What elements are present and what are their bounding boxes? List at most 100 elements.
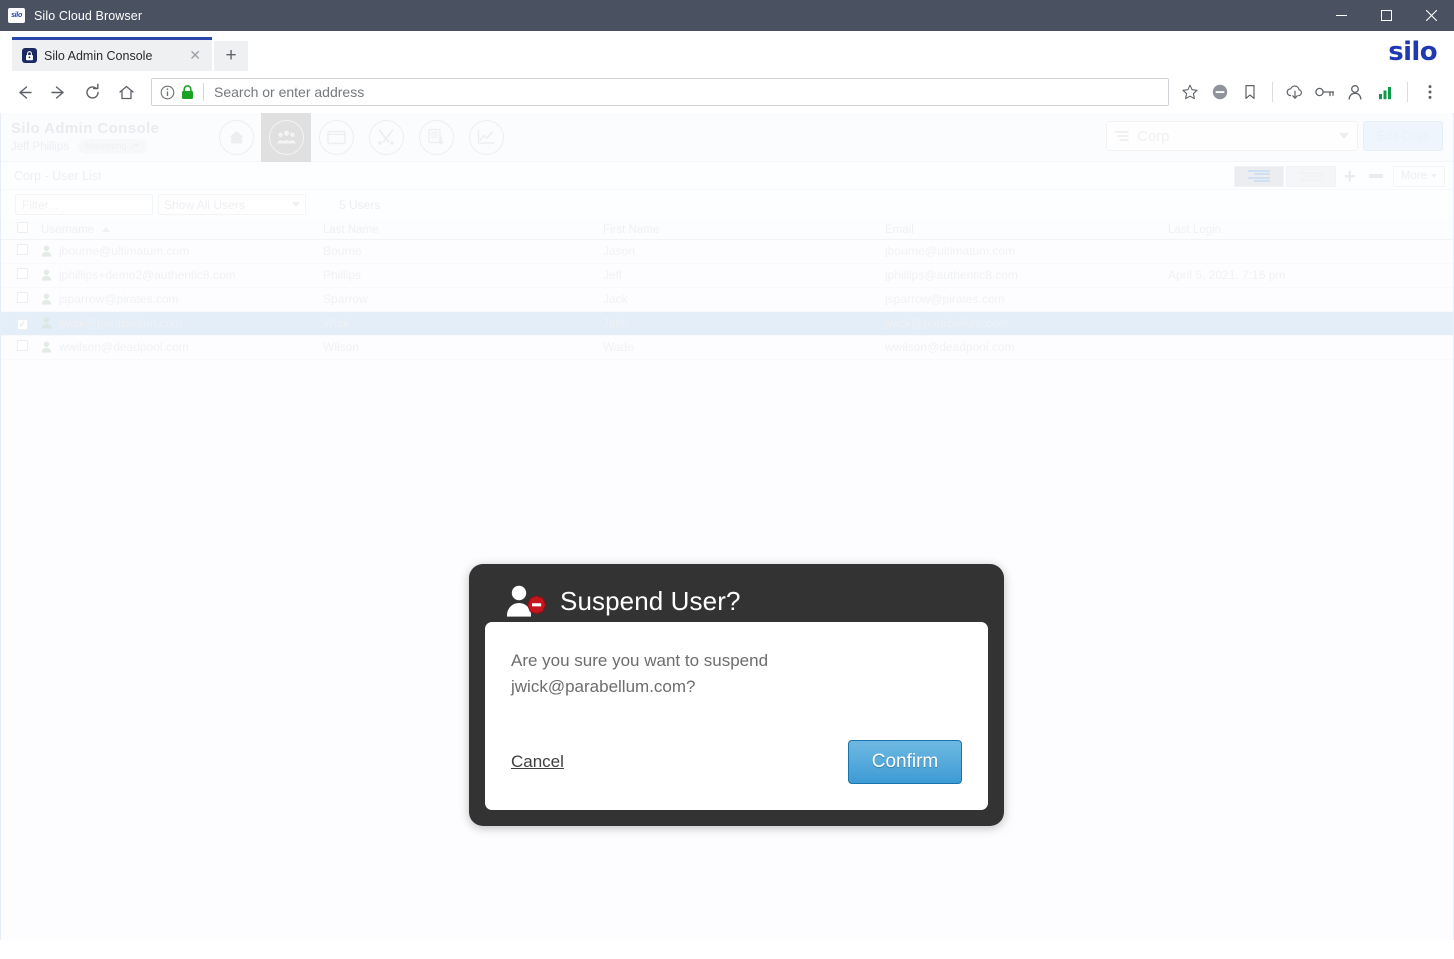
row-checkbox[interactable] bbox=[17, 292, 28, 303]
row-checkbox[interactable] bbox=[17, 340, 28, 351]
address-bar[interactable]: Search or enter address bbox=[151, 78, 1169, 106]
nav-item-reports[interactable] bbox=[411, 113, 461, 162]
cell-last-name: Sparrow bbox=[323, 287, 603, 312]
filter-input[interactable]: Filter... bbox=[15, 194, 153, 215]
analytics-button[interactable] bbox=[1370, 77, 1400, 107]
edit-orgs-button[interactable]: Edit Orgs bbox=[1363, 121, 1443, 151]
header-user-row: Jeff Phillips Marketing bbox=[11, 139, 211, 154]
maximize-button[interactable] bbox=[1364, 0, 1409, 31]
bookmark-star-button[interactable] bbox=[1175, 77, 1205, 107]
minimize-button[interactable] bbox=[1319, 0, 1364, 31]
row-select-cell[interactable] bbox=[1, 287, 41, 312]
column-header-last-name[interactable]: Last Name bbox=[323, 219, 603, 240]
reload-button[interactable] bbox=[77, 77, 107, 107]
select-all-checkbox[interactable] bbox=[17, 221, 28, 233]
table-row-selected[interactable]: ✓ jwick@parabellum.com Wick John jwick@p… bbox=[1, 311, 1453, 336]
bookmarks-button[interactable] bbox=[1235, 77, 1265, 107]
table-row[interactable]: jphillips+demo2@authentic8.com Phillips … bbox=[1, 263, 1453, 288]
home-button[interactable] bbox=[111, 77, 141, 107]
user-icon bbox=[41, 293, 52, 305]
table-row[interactable]: wwilson@deadpool.com Wilson Wade wwilson… bbox=[1, 335, 1453, 360]
no-entry-badge bbox=[527, 595, 547, 615]
star-icon bbox=[1182, 84, 1198, 100]
column-header-username[interactable]: Username bbox=[41, 219, 323, 240]
padlock-favicon bbox=[22, 48, 37, 63]
row-select-cell[interactable] bbox=[1, 239, 41, 264]
silo-brand-logo: silo bbox=[1388, 37, 1437, 67]
close-icon bbox=[1426, 10, 1437, 21]
info-icon bbox=[160, 85, 175, 99]
back-button[interactable] bbox=[9, 77, 39, 107]
row-select-cell[interactable]: ✓ bbox=[1, 311, 41, 336]
tab-close-icon[interactable]: ✕ bbox=[186, 47, 204, 64]
org-badge[interactable]: Marketing bbox=[77, 139, 147, 154]
subheader-toolbar: + More bbox=[1233, 165, 1445, 187]
cell-last-login bbox=[1168, 335, 1453, 360]
home-nav-circle bbox=[218, 119, 254, 155]
key-icon bbox=[1315, 87, 1335, 97]
password-key-button[interactable] bbox=[1310, 77, 1340, 107]
row-checkbox-checked[interactable]: ✓ bbox=[17, 319, 28, 330]
cell-email: jphillips@authentic8.com bbox=[885, 263, 1168, 288]
cell-first-name: Jack bbox=[603, 287, 885, 312]
table-row[interactable]: jbourne@ultimatum.com Bourne Jason jbour… bbox=[1, 239, 1453, 264]
new-tab-button[interactable]: + bbox=[214, 41, 248, 71]
nav-item-browser[interactable] bbox=[311, 113, 361, 162]
address-input-placeholder[interactable]: Search or enter address bbox=[203, 83, 364, 101]
chevron-down-icon bbox=[1431, 174, 1437, 178]
silo-brand-text: silo bbox=[1388, 37, 1437, 67]
nav-item-tools[interactable] bbox=[361, 113, 411, 162]
cell-last-name: Wilson bbox=[323, 335, 603, 360]
add-user-button[interactable]: + bbox=[1338, 165, 1362, 187]
nav-item-analytics[interactable] bbox=[461, 113, 511, 162]
row-select-cell[interactable] bbox=[1, 335, 41, 360]
username-text: jsparrow@pirates.com bbox=[59, 292, 179, 306]
username-wrapper: jbourne@ultimatum.com bbox=[41, 244, 323, 258]
secure-lock-icon bbox=[182, 84, 193, 99]
cell-first-name: Jeff bbox=[603, 263, 885, 288]
show-users-select[interactable]: Show All Users bbox=[158, 194, 306, 215]
user-count-label: 5 Users bbox=[339, 197, 381, 212]
user-icon bbox=[41, 317, 52, 329]
nav-item-home[interactable] bbox=[211, 113, 261, 162]
view-toggle-compact[interactable] bbox=[1285, 165, 1336, 187]
bar bbox=[1304, 175, 1323, 177]
user-icon bbox=[41, 269, 52, 281]
address-bar-row: Search or enter address bbox=[0, 71, 1454, 113]
cell-last-name: Wick bbox=[323, 311, 603, 336]
browser-menu-button[interactable] bbox=[1415, 77, 1445, 107]
org-selector[interactable]: Corp bbox=[1106, 121, 1358, 151]
row-checkbox[interactable] bbox=[17, 268, 28, 279]
view-toggle-detail[interactable] bbox=[1233, 165, 1284, 187]
block-button[interactable] bbox=[1205, 77, 1235, 107]
remove-user-button[interactable] bbox=[1364, 165, 1388, 187]
cloud-download-button[interactable] bbox=[1280, 77, 1310, 107]
cell-last-login bbox=[1168, 239, 1453, 264]
column-header-last-login[interactable]: Last Login bbox=[1168, 219, 1453, 240]
column-header-email[interactable]: Email bbox=[885, 219, 1168, 240]
profile-button[interactable] bbox=[1340, 77, 1370, 107]
cancel-button[interactable]: Cancel bbox=[511, 752, 564, 772]
org-list-icon bbox=[1115, 131, 1129, 141]
table-row[interactable]: jsparrow@pirates.com Sparrow Jack jsparr… bbox=[1, 287, 1453, 312]
tab-silo-admin-console[interactable]: Silo Admin Console ✕ bbox=[12, 37, 212, 71]
app-logo-icon: silo bbox=[8, 8, 25, 23]
chevron-down-icon bbox=[1339, 133, 1349, 139]
cell-username: wwilson@deadpool.com bbox=[41, 335, 323, 360]
dialog-body: Are you sure you want to suspend jwick@p… bbox=[485, 622, 988, 810]
row-checkbox[interactable] bbox=[17, 244, 28, 255]
nav-item-users[interactable] bbox=[261, 113, 311, 162]
switch-org-arrow-icon bbox=[131, 142, 139, 149]
forward-button[interactable] bbox=[43, 77, 73, 107]
confirm-button[interactable]: Confirm bbox=[848, 740, 962, 784]
column-header-first-name[interactable]: First Name bbox=[603, 219, 885, 240]
org-badge-label: Marketing bbox=[84, 141, 127, 152]
cell-email: jbourne@ultimatum.com bbox=[885, 239, 1168, 264]
select-all-header[interactable] bbox=[1, 219, 41, 240]
close-window-button[interactable] bbox=[1409, 0, 1454, 31]
cell-last-name: Bourne bbox=[323, 239, 603, 264]
row-select-cell[interactable] bbox=[1, 263, 41, 288]
app-viewport: Silo Admin Console Jeff Phillips Marketi… bbox=[0, 113, 1454, 940]
more-actions-button[interactable]: More bbox=[1392, 165, 1445, 187]
cell-last-login bbox=[1168, 287, 1453, 312]
